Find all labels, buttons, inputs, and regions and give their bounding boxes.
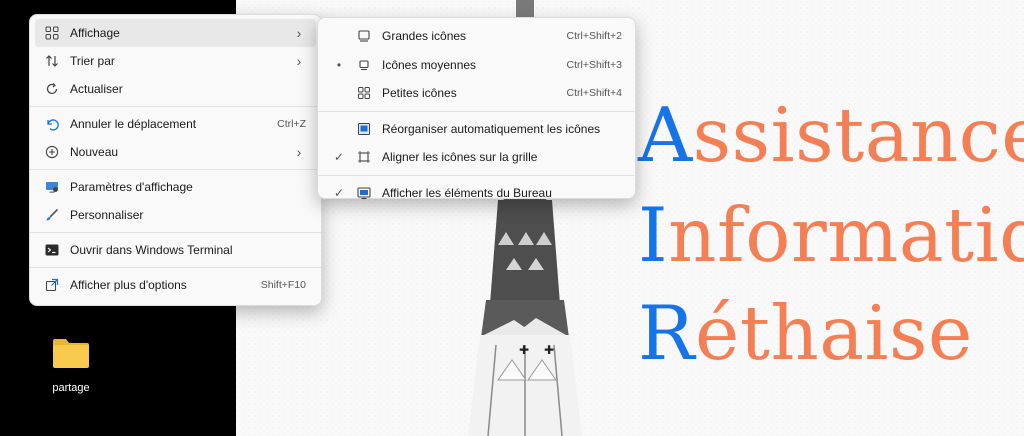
wallpaper-title-line-3: Réthaise: [638, 296, 973, 371]
submenu-item-reorganiser[interactable]: Réorganiser automatiquement les icônes: [323, 115, 630, 144]
menu-item-shortcut: Shift+F10: [260, 279, 306, 291]
large-icons-icon: [355, 27, 373, 45]
menu-separator: [30, 169, 321, 170]
menu-item-label: Réorganiser automatiquement les icônes: [382, 121, 601, 136]
new-plus-icon: [43, 143, 61, 161]
menu-item-label: Petites icônes: [382, 86, 457, 101]
chevron-right-icon: ›: [296, 144, 302, 160]
submenu-item-grandes-icones[interactable]: Grandes icônes Ctrl+Shift+2: [323, 22, 630, 51]
align-grid-icon: [355, 148, 373, 166]
wallpaper-title-line-2: Informatiq: [638, 198, 1024, 273]
submenu-item-aligner-grille[interactable]: ✓ Aligner les icônes sur la grille: [323, 143, 630, 172]
wallpaper-title-line-1: Assistance: [638, 98, 1024, 173]
undo-icon: [43, 115, 61, 133]
menu-item-label: Annuler le déplacement: [70, 117, 197, 131]
menu-item-label: Personnaliser: [70, 208, 144, 222]
menu-item-plus-options[interactable]: Afficher plus d'options Shift+F10: [35, 271, 316, 299]
chevron-right-icon: ›: [296, 53, 302, 69]
check-icon: ✓: [333, 150, 345, 165]
menu-item-annuler-deplacement[interactable]: Annuler le déplacement Ctrl+Z: [35, 110, 316, 138]
show-desktop-icon: [355, 184, 373, 202]
wallpaper-initial: I: [638, 191, 669, 279]
submenu-item-icones-moyennes[interactable]: • Icônes moyennes Ctrl+Shift+3: [323, 51, 630, 80]
submenu-item-afficher-elements-bureau[interactable]: ✓ Afficher les éléments du Bureau: [323, 179, 630, 208]
desktop-icon-label: partage: [52, 382, 90, 394]
wallpaper-word: ssistance: [692, 91, 1024, 179]
menu-item-nouveau[interactable]: Nouveau ›: [35, 138, 316, 166]
chevron-right-icon: ›: [296, 25, 302, 41]
menu-item-label: Grandes icônes: [382, 29, 467, 44]
menu-item-parametres-affichage[interactable]: Paramètres d'affichage: [35, 173, 316, 201]
svg-text:✚: ✚: [519, 343, 529, 357]
menu-separator: [30, 267, 321, 268]
menu-item-label: Affichage: [70, 26, 120, 40]
selected-bullet-icon: •: [336, 57, 342, 72]
auto-arrange-icon: [355, 120, 373, 138]
menu-item-label: Afficher plus d'options: [70, 278, 187, 292]
desktop-context-menu: Affichage › Trier par › Actualiser Annul…: [29, 14, 322, 306]
menu-separator: [30, 232, 321, 233]
check-icon: ✓: [333, 185, 345, 200]
menu-separator: [318, 174, 635, 176]
menu-item-windows-terminal[interactable]: Ouvrir dans Windows Terminal: [35, 236, 316, 264]
more-options-icon: [43, 276, 61, 294]
submenu-item-petites-icones[interactable]: Petites icônes Ctrl+Shift+4: [323, 79, 630, 108]
wallpaper-word: éthaise: [694, 289, 973, 377]
menu-item-label: Actualiser: [70, 82, 123, 96]
personalize-brush-icon: [43, 206, 61, 224]
wallpaper-word: nformatiq: [668, 191, 1024, 279]
menu-item-label: Afficher les éléments du Bureau: [382, 185, 552, 200]
menu-item-actualiser[interactable]: Actualiser: [35, 75, 316, 103]
menu-item-label: Nouveau: [70, 145, 119, 159]
menu-item-trier-par[interactable]: Trier par ›: [35, 47, 316, 75]
menu-item-shortcut: Ctrl+Shift+3: [566, 58, 622, 71]
small-icons-icon: [355, 84, 373, 102]
menu-item-shortcut: Ctrl+Shift+4: [566, 87, 622, 100]
display-settings-icon: [43, 178, 61, 196]
medium-icons-icon: [355, 56, 373, 74]
terminal-icon: [43, 241, 61, 259]
desktop-icon-partage[interactable]: partage: [38, 336, 104, 402]
wallpaper-initial: R: [638, 289, 695, 377]
menu-separator: [30, 106, 321, 107]
svg-text:✚: ✚: [544, 343, 554, 357]
menu-item-shortcut: Ctrl+Shift+2: [566, 30, 622, 43]
wallpaper-initial: A: [638, 91, 693, 179]
menu-item-label: Trier par: [70, 54, 115, 68]
menu-item-label: Ouvrir dans Windows Terminal: [70, 243, 233, 257]
sort-icon: [43, 52, 61, 70]
menu-separator: [318, 110, 635, 112]
menu-item-shortcut: Ctrl+Z: [277, 118, 306, 130]
affichage-submenu: Grandes icônes Ctrl+Shift+2 • Icônes moy…: [317, 17, 636, 200]
menu-item-personnaliser[interactable]: Personnaliser: [35, 201, 316, 229]
menu-item-label: Paramètres d'affichage: [70, 180, 193, 194]
grid-icon: [43, 24, 61, 42]
folder-icon: [53, 339, 89, 368]
menu-item-label: Aligner les icônes sur la grille: [382, 150, 538, 165]
refresh-icon: [43, 80, 61, 98]
menu-item-label: Icônes moyennes: [382, 57, 477, 72]
menu-item-affichage[interactable]: Affichage ›: [35, 19, 316, 47]
